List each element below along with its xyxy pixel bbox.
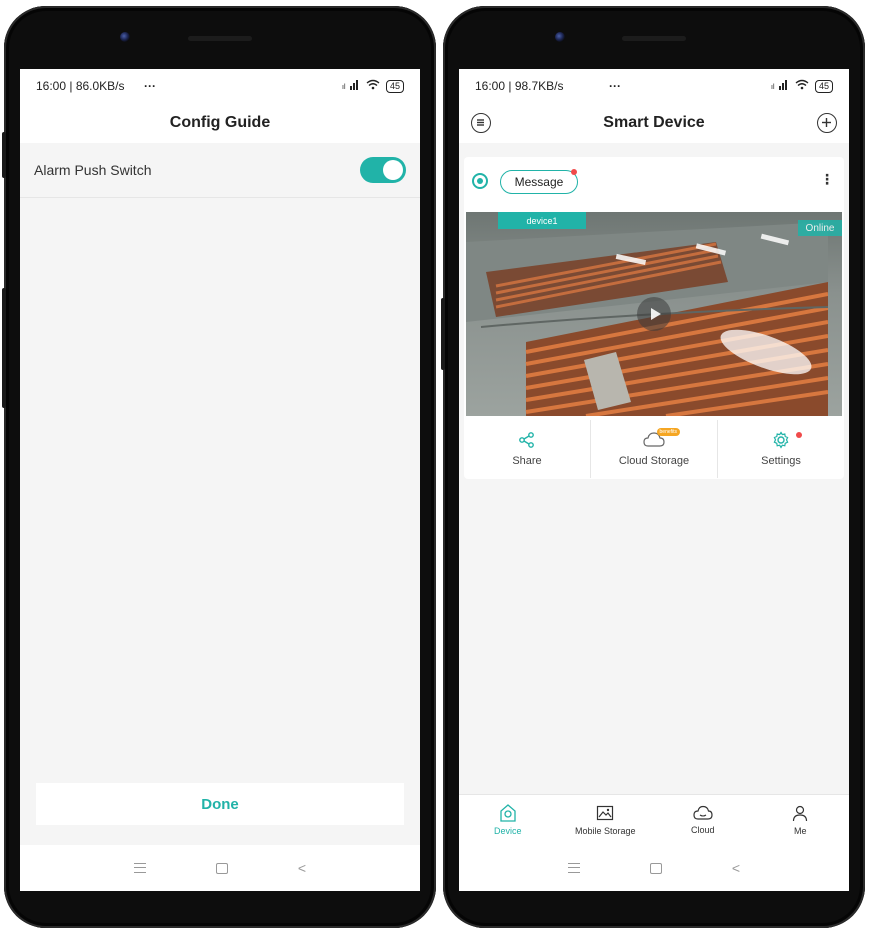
menu-icon[interactable] [133,863,146,873]
tab-device[interactable]: Device [459,795,557,845]
alarm-push-switch-row[interactable]: Alarm Push Switch [20,143,420,198]
status-time-speed: 16:00 | 86.0KB/s [36,79,125,93]
volume-button [2,132,6,178]
benefits-badge: benefits [656,428,681,436]
more-dots-icon: ··· [609,79,621,93]
side-button [2,288,6,408]
message-button[interactable]: Message [500,169,578,194]
bottom-tab-bar: Device Mobile Storage Cloud Me [459,794,849,845]
phone-frame-right: 16:00 | 98.7KB/s ··· ıl 45 Smart Device [441,6,865,928]
device-icon [500,804,516,822]
page-title: Config Guide [169,114,271,131]
alarm-push-toggle[interactable] [360,157,406,183]
battery-icon: 45 [814,79,833,93]
person-icon [793,805,808,822]
status-bar: 16:00 | 86.0KB/s ··· ıl 45 [20,69,420,103]
device-actions: Share benefits Cloud Storage Settings [464,420,844,478]
more-dots-icon: ··· [144,79,156,93]
share-action[interactable]: Share [464,420,590,478]
tab-mobile-storage-label: Mobile Storage [574,826,636,836]
image-icon [597,805,614,821]
earpiece [622,36,686,41]
signal-icon: ıl [342,79,360,93]
page-title-bar: Config Guide [20,103,420,143]
alarm-push-switch-label: Alarm Push Switch [34,162,152,178]
battery-icon: 45 [385,79,404,93]
camera-icon [472,173,488,189]
play-icon[interactable] [637,297,671,331]
tab-me[interactable]: Me [752,795,850,845]
page-title-bar: Smart Device [459,103,849,143]
tab-mobile-storage[interactable]: Mobile Storage [557,795,655,845]
settings-action[interactable]: Settings [717,420,844,478]
home-icon[interactable] [215,862,228,874]
share-icon [519,432,534,448]
cloud-icon [693,805,713,820]
share-label: Share [512,455,542,467]
svg-text:ıl: ıl [771,84,775,90]
device-card: Message ⋮ device1 Online Share benefits … [464,157,844,479]
status-bar: 16:00 | 98.7KB/s ··· ıl 45 [459,69,849,103]
tab-device-label: Device [493,826,522,836]
online-status-badge: Online [798,220,842,236]
more-options-icon[interactable]: ⋮ [820,171,834,188]
cloud-storage-action[interactable]: benefits Cloud Storage [590,420,717,478]
camera-preview[interactable]: device1 Online [466,212,842,416]
page-title: Smart Device [603,114,705,131]
menu-list-icon[interactable] [471,113,491,133]
tab-me-label: Me [793,826,807,836]
back-icon[interactable]: < [732,861,740,875]
menu-icon[interactable] [567,863,580,873]
back-icon[interactable]: < [298,861,306,875]
side-button [441,298,445,370]
android-nav-bar: < [459,845,849,891]
toggle-knob [383,160,403,180]
config-guide-screen: 16:00 | 86.0KB/s ··· ıl 45 Config Guide … [20,69,420,891]
earpiece [188,36,252,41]
done-button[interactable]: Done [36,783,404,825]
wifi-icon [795,79,809,93]
device-name-tag: device1 [498,212,586,229]
gear-icon [773,431,789,449]
front-camera [555,32,565,42]
settings-label: Settings [761,455,801,467]
message-notification-dot [571,169,577,175]
tab-cloud-label: Cloud [690,825,715,835]
status-icons: ıl 45 [771,79,833,93]
message-label: Message [514,175,564,189]
add-device-icon[interactable] [817,113,837,133]
status-time-speed: 16:00 | 98.7KB/s [475,79,564,93]
settings-notification-dot [796,432,803,438]
phone-frame-left: 16:00 | 86.0KB/s ··· ıl 45 Config Guide … [2,6,436,928]
tab-cloud[interactable]: Cloud [654,795,752,845]
home-icon[interactable] [649,862,662,874]
front-camera [120,32,130,42]
android-nav-bar: < [20,845,420,891]
signal-icon: ıl [771,79,789,93]
status-icons: ıl 45 [342,79,404,93]
cloud-storage-label: Cloud Storage [618,455,690,467]
wifi-icon [366,79,380,93]
smart-device-screen: 16:00 | 98.7KB/s ··· ıl 45 Smart Device [459,69,849,891]
svg-text:ıl: ıl [342,84,346,90]
